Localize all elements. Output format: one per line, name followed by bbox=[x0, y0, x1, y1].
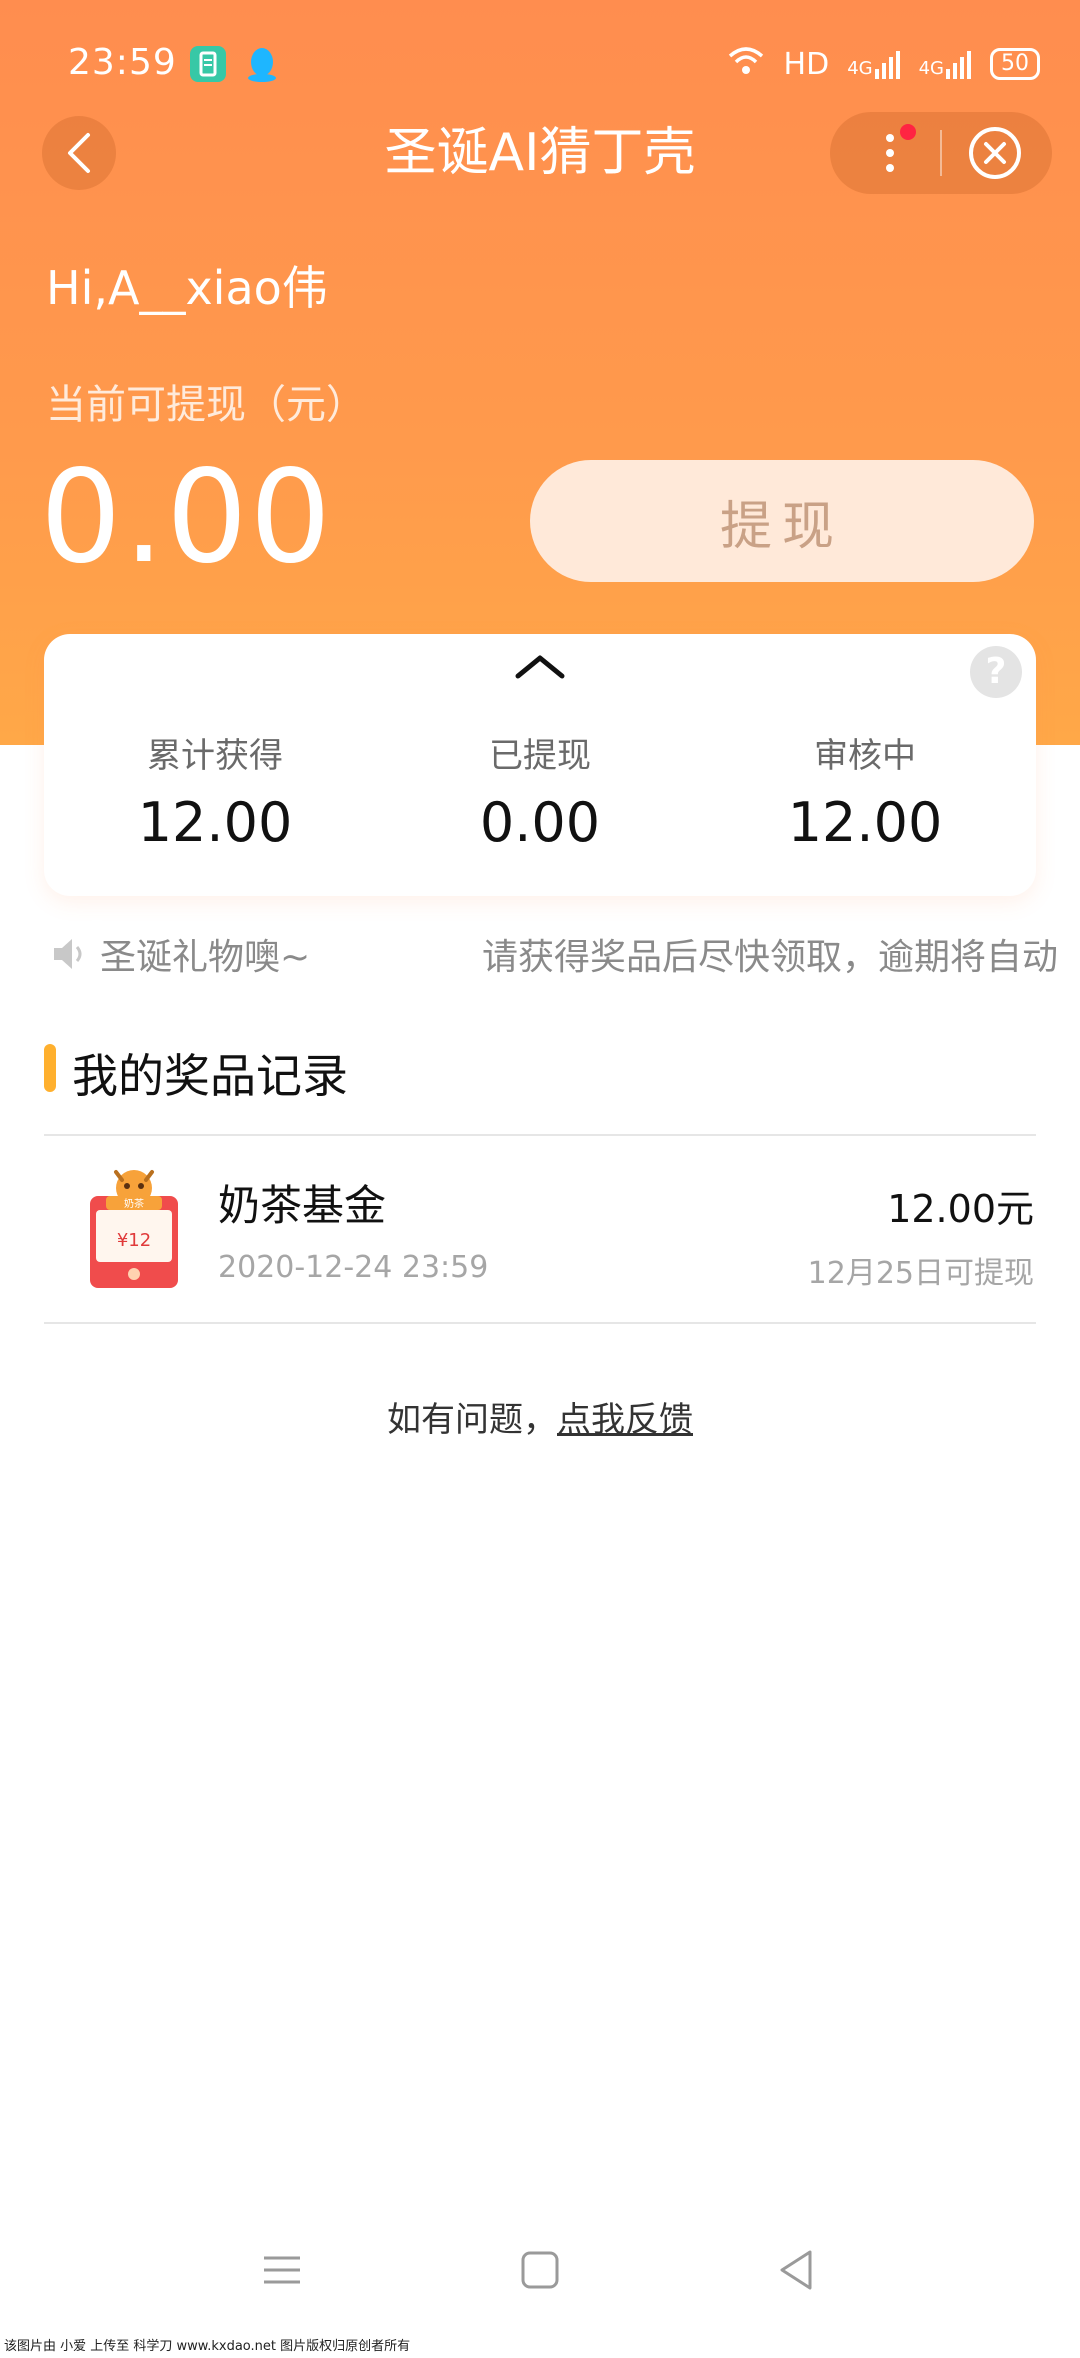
wifi-icon bbox=[726, 44, 766, 84]
feedback-link[interactable]: 点我反馈 bbox=[557, 1400, 693, 1440]
prize-amount: 12.00元 bbox=[887, 1187, 1034, 1231]
marquee-text-1: 圣诞礼物噢~ bbox=[100, 937, 311, 978]
status-time: 23:59 bbox=[68, 42, 177, 83]
close-circle-icon bbox=[969, 127, 1021, 179]
square-icon bbox=[521, 2251, 559, 2289]
greeting-text: Hi,A__xiao伟 bbox=[46, 261, 328, 315]
chevron-up-icon bbox=[515, 655, 565, 679]
stat-value: 12.00 bbox=[787, 791, 943, 854]
battery-icon: 50 bbox=[990, 48, 1040, 80]
stat-label: 累计获得 bbox=[147, 736, 283, 776]
balance-label: 当前可提现（元） bbox=[46, 382, 366, 428]
stat-value: 0.00 bbox=[479, 791, 601, 854]
stat-under-review: 审核中 12.00 bbox=[700, 728, 1030, 854]
stat-withdrawn: 已提现 0.00 bbox=[375, 728, 705, 854]
recent-apps-button[interactable] bbox=[252, 2240, 312, 2300]
svg-text:¥12: ¥12 bbox=[117, 1230, 151, 1251]
section-title: 我的奖品记录 bbox=[72, 1049, 348, 1103]
signal-2-label: 4G bbox=[918, 58, 944, 79]
balance-value: 0.00 bbox=[40, 443, 333, 592]
red-packet-image: 奶茶 ¥12 bbox=[86, 1166, 182, 1290]
divider bbox=[44, 1322, 1036, 1324]
system-back-button[interactable] bbox=[766, 2240, 826, 2300]
triangle-back-icon bbox=[780, 2250, 812, 2290]
prize-withdraw-note: 12月25日可提现 bbox=[807, 1256, 1034, 1291]
prize-date: 2020-12-24 23:59 bbox=[218, 1250, 489, 1285]
signal-icon-2: 4G bbox=[919, 49, 972, 79]
status-indicators: HD 4G 4G 50 bbox=[726, 44, 1040, 84]
withdraw-button[interactable]: 提现 bbox=[530, 460, 1034, 582]
close-button[interactable] bbox=[966, 124, 1024, 182]
svg-text:奶茶: 奶茶 bbox=[124, 1197, 144, 1210]
hd-label: HD bbox=[783, 46, 830, 82]
marquee-text-2: 请获得奖品后尽快领取，逾期将自动 bbox=[482, 937, 1059, 978]
collapse-button[interactable] bbox=[512, 652, 568, 682]
notification-dot bbox=[900, 124, 916, 140]
home-button[interactable] bbox=[510, 2240, 570, 2300]
stat-label: 审核中 bbox=[814, 736, 916, 776]
signal-1-label: 4G bbox=[847, 58, 873, 79]
capsule-divider bbox=[940, 130, 942, 176]
section-accent-bar bbox=[44, 1044, 56, 1092]
signal-icon: 4G bbox=[847, 49, 900, 79]
watermark-footer: 该图片由 小爱 上传至 科学刀 www.kxdao.net 图片版权归原创者所有 bbox=[0, 2336, 1080, 2358]
prize-name: 奶茶基金 bbox=[218, 1181, 387, 1230]
help-icon[interactable]: ? bbox=[970, 646, 1022, 698]
menu-icon bbox=[264, 2256, 300, 2284]
stat-label: 已提现 bbox=[489, 736, 591, 776]
stat-total-earned: 累计获得 12.00 bbox=[50, 728, 380, 854]
notification-app-icon bbox=[190, 46, 226, 82]
feedback-prefix: 如有问题， bbox=[387, 1400, 557, 1440]
stat-value: 12.00 bbox=[137, 791, 293, 854]
qq-icon bbox=[242, 44, 282, 84]
speaker-icon bbox=[50, 934, 90, 974]
feedback-line: 如有问题，点我反馈 bbox=[0, 1392, 1080, 1441]
